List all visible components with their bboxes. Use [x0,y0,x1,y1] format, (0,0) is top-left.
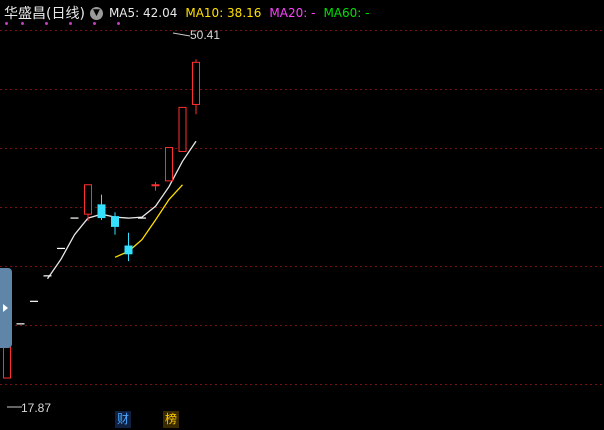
chart-period: (日线) [46,6,85,22]
high-arrow-line [172,32,191,37]
candle [3,343,11,379]
candle [97,194,106,221]
candle-body [192,61,200,105]
chart-legend: 华盛昌(日线) ▼ MA5: 42.04 MA10: 38.16 MA20: -… [4,4,377,22]
moving-average-lines [46,140,197,280]
expand-panel-tab[interactable] [0,268,12,348]
stock-name: 华盛昌 [4,6,46,22]
candle [178,106,187,152]
ma20-legend: MA20: - [269,6,316,20]
chevron-down-icon[interactable]: ▼ [89,6,103,20]
ma5-legend: MA5: 42.04 [108,6,178,20]
candle-body [165,147,173,182]
candles [3,59,200,379]
candle-body [84,184,92,215]
ma60-legend: MA60: - [323,6,370,20]
candle-body [124,245,133,255]
candle-body [3,343,11,379]
candle-body [178,106,187,152]
ma5-line [46,140,197,280]
candle [192,59,200,115]
candle [124,232,133,262]
candlestick-chart: 50.41 17.87 [0,28,604,415]
candle-body [151,184,160,187]
candle [111,212,119,235]
financial-report-marker[interactable]: 财 [115,411,132,428]
candle-body [97,204,106,219]
candle [84,184,92,222]
candle-body [111,216,119,227]
candle [165,147,173,182]
candle [151,181,160,191]
low-price-label: 17.87 [21,401,51,415]
stock-title: 华盛昌(日线) [4,3,85,23]
ma10-legend: MA10: 38.16 [185,6,262,20]
ranking-list-marker[interactable]: 榜 [163,411,180,428]
high-price-label: 50.41 [190,28,220,42]
